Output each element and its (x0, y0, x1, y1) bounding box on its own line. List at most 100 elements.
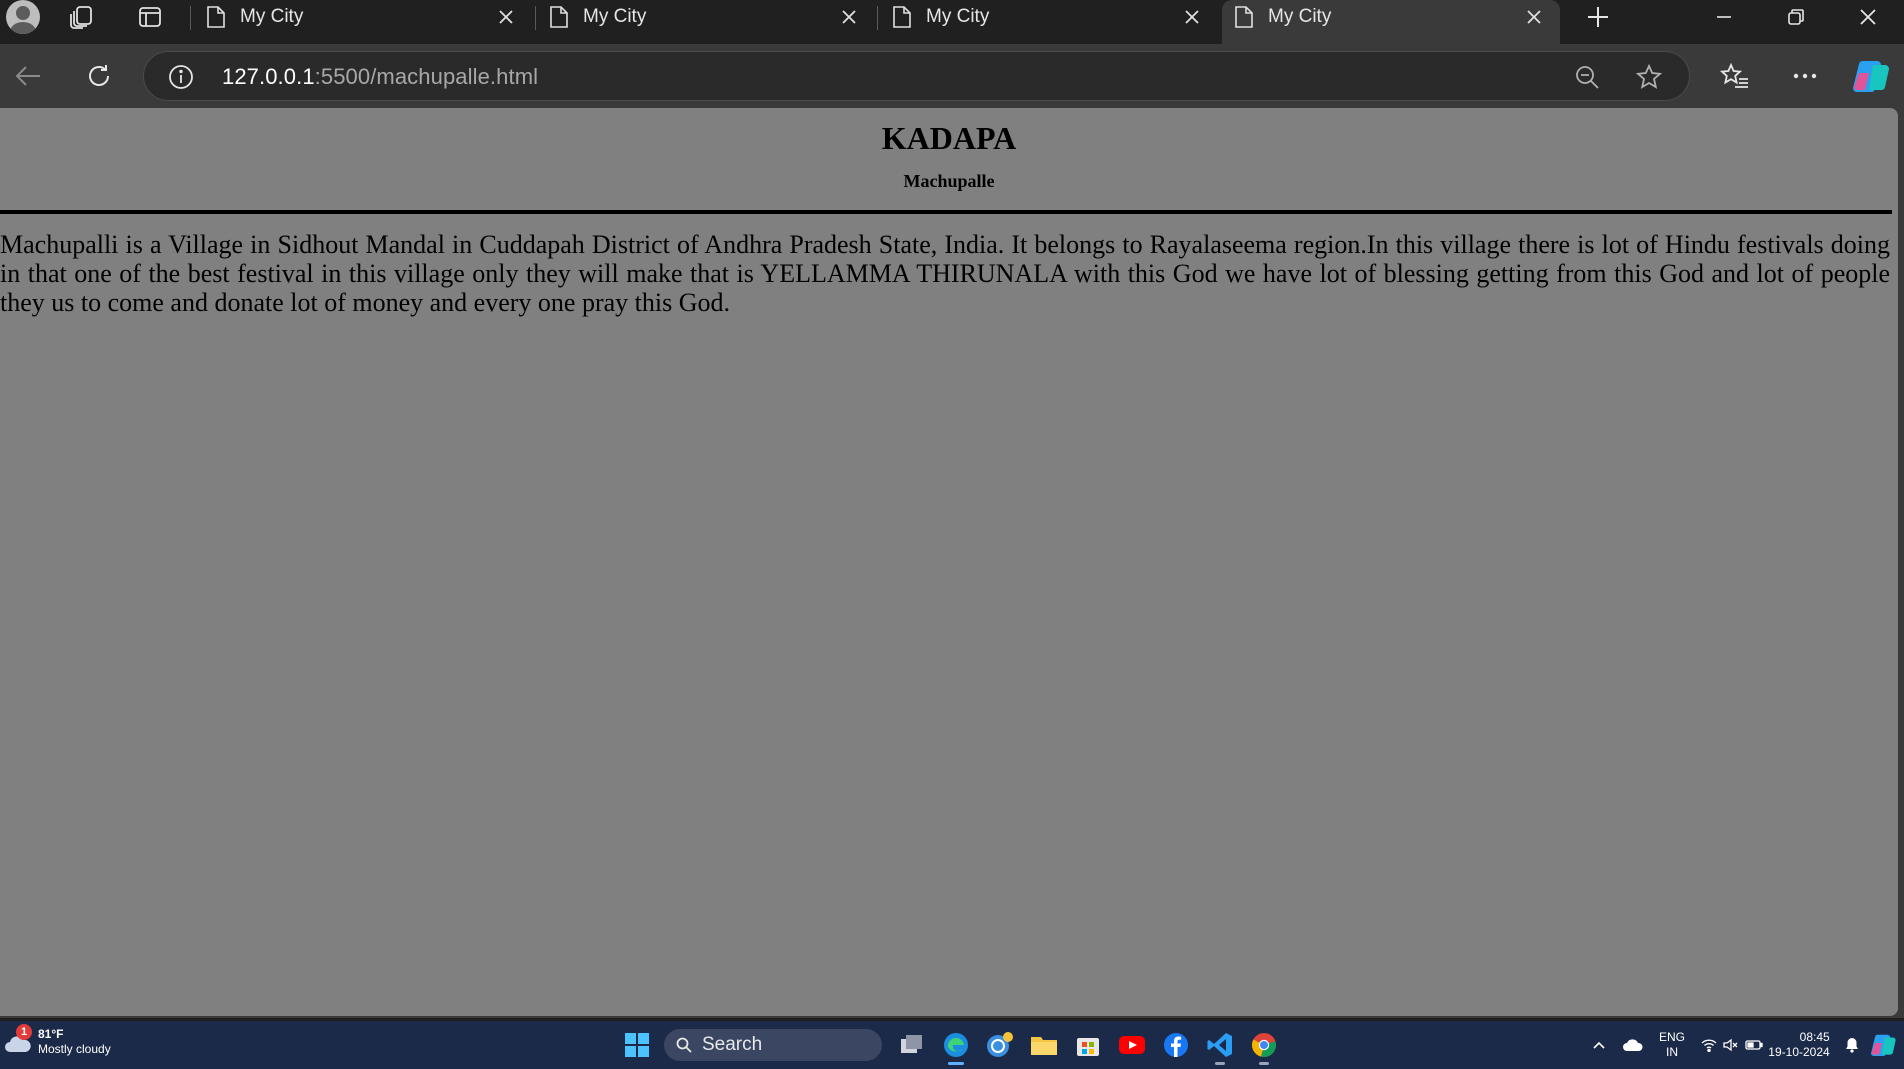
tab-separator (535, 6, 536, 30)
file-explorer-app[interactable] (1022, 1025, 1066, 1065)
task-view-button[interactable] (890, 1025, 934, 1065)
edge-app[interactable] (934, 1025, 978, 1065)
close-window-button[interactable] (1832, 0, 1904, 34)
tab-title: My City (240, 6, 304, 27)
close-icon (1860, 9, 1876, 25)
workspaces-icon (70, 6, 92, 29)
onedrive-button[interactable] (1614, 1038, 1652, 1052)
tab-close-button[interactable] (1178, 3, 1206, 31)
address-bar[interactable]: 127.0.0.1:5500/machupalle.html (143, 51, 1690, 101)
url-host: 127.0.0.1 (222, 64, 315, 89)
page-subheading: Machupalle (903, 171, 995, 191)
tab-close-button[interactable] (835, 3, 863, 31)
tab-strip: My City My City My City My City (0, 0, 1904, 44)
vscode-icon (1207, 1033, 1232, 1057)
bell-icon (1846, 1038, 1858, 1053)
favorites-icon (1720, 62, 1748, 88)
tab-actions-button[interactable] (128, 0, 172, 34)
region-code: IN (1665, 1045, 1678, 1059)
browser-tab[interactable]: My City (880, 0, 1218, 44)
edge-icon (944, 1033, 968, 1057)
close-icon (1185, 10, 1199, 24)
store-app[interactable] (1066, 1025, 1110, 1065)
close-icon (499, 10, 513, 24)
weather-widget[interactable]: 1 81°F Mostly cloudy (4, 1024, 111, 1057)
profile-icon (6, 0, 40, 34)
document-icon (550, 6, 568, 28)
minimize-button[interactable] (1688, 0, 1760, 34)
weather-temperature: 81°F (38, 1027, 64, 1041)
show-hidden-icons-button[interactable] (1584, 1041, 1614, 1049)
profile-button[interactable] (2, 0, 44, 34)
start-button[interactable] (620, 1028, 654, 1062)
more-button[interactable] (1783, 54, 1827, 98)
url-path: :5500/machupalle.html (314, 64, 539, 89)
task-view-icon (901, 1035, 922, 1053)
clock-time: 08:45 (1799, 1030, 1830, 1044)
tab-separator (877, 6, 878, 30)
facebook-app[interactable] (1154, 1025, 1198, 1065)
horizontal-rule (0, 210, 1892, 214)
store-icon (1077, 1038, 1099, 1056)
clock[interactable]: 08:45 19-10-2024 (1764, 1030, 1834, 1060)
close-icon (1527, 10, 1541, 24)
quick-settings-button[interactable] (1700, 1038, 1764, 1052)
copilot-app[interactable] (978, 1025, 1022, 1065)
tab-close-button[interactable] (1520, 3, 1548, 31)
search-icon (676, 1037, 692, 1053)
new-tab-icon (1588, 7, 1608, 27)
weather-cloud-icon: 1 (4, 1024, 32, 1056)
youtube-icon (1119, 1036, 1145, 1054)
url-text[interactable]: 127.0.0.1:5500/machupalle.html (222, 64, 538, 90)
tab-separator (190, 6, 191, 30)
tab-title: My City (1268, 6, 1332, 27)
tab-title: My City (926, 6, 990, 27)
close-icon (842, 10, 856, 24)
facebook-icon (1164, 1033, 1188, 1057)
copilot-button[interactable] (1850, 54, 1894, 98)
weather-description: Mostly cloudy (38, 1042, 111, 1056)
youtube-app[interactable] (1110, 1025, 1154, 1065)
document-icon (1235, 6, 1253, 28)
chrome-app[interactable] (1242, 1025, 1286, 1065)
favorite-star-icon[interactable] (1635, 63, 1663, 91)
taskbar-search[interactable]: Search (664, 1029, 882, 1061)
new-tab-button[interactable] (1576, 0, 1620, 34)
back-icon (15, 66, 40, 86)
chevron-up-icon (1593, 1041, 1605, 1049)
clock-date: 19-10-2024 (1768, 1045, 1830, 1059)
windows-start-icon (625, 1033, 649, 1057)
copilot-tray-button[interactable] (1864, 1033, 1904, 1057)
back-button[interactable] (6, 54, 50, 98)
browser-tab-active[interactable]: My City (1222, 0, 1560, 44)
system-tray: ENG IN 08:45 19-10-2024 (1584, 1021, 1904, 1069)
page-paragraph: Machupalli is a Village in Sidhout Manda… (0, 230, 1890, 317)
refresh-button[interactable] (77, 54, 121, 98)
web-page: KADAPA Machupalle Machupalli is a Villag… (0, 108, 1898, 1016)
taskbar-apps: Search (620, 1025, 1286, 1065)
wifi-icon (1701, 1039, 1717, 1052)
document-icon (893, 6, 911, 28)
browser-tab[interactable]: My City (194, 0, 532, 44)
zoom-out-icon[interactable] (1573, 63, 1601, 91)
workspaces-button[interactable] (60, 0, 104, 34)
vscode-app[interactable] (1198, 1025, 1242, 1065)
tab-close-button[interactable] (492, 3, 520, 31)
web-viewport: KADAPA Machupalle Machupalli is a Villag… (0, 108, 1904, 1018)
language-indicator[interactable]: ENG IN (1652, 1030, 1692, 1060)
tab-actions-icon (139, 7, 161, 27)
mute-icon (1723, 1038, 1738, 1052)
minimize-icon (1717, 16, 1731, 18)
browser-tab[interactable]: My City (537, 0, 875, 44)
favorites-button[interactable] (1713, 54, 1757, 98)
refresh-icon (89, 65, 109, 86)
weather-text: 81°F Mostly cloudy (38, 1027, 111, 1057)
chrome-icon (1251, 1033, 1276, 1057)
copilot-app-icon (987, 1032, 1013, 1057)
info-icon[interactable] (168, 64, 194, 90)
copilot-icon (1871, 1034, 1896, 1056)
notifications-button[interactable] (1840, 1037, 1864, 1053)
restore-button[interactable] (1760, 0, 1832, 34)
copilot-icon (1853, 60, 1889, 93)
battery-icon (1745, 1040, 1763, 1050)
